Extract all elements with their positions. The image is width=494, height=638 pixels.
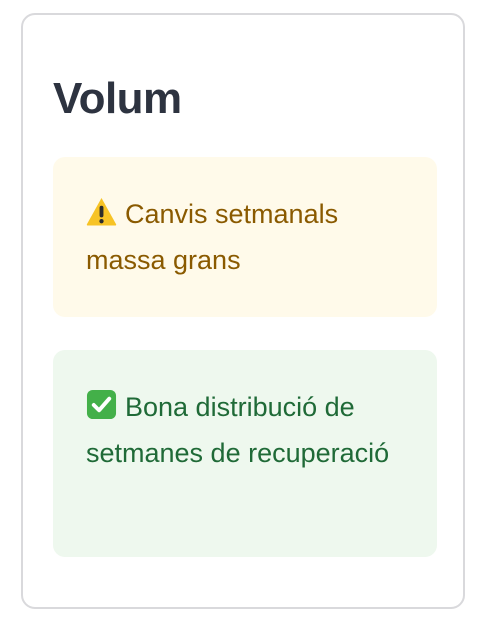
warning-icon	[86, 196, 117, 227]
volume-card: Volum Canvis setmanals massa grans Bona …	[21, 13, 465, 609]
warning-alert: Canvis setmanals massa grans	[53, 157, 437, 317]
card-title: Volum	[53, 74, 182, 123]
success-alert: Bona distribució de setmanes de recupera…	[53, 350, 437, 557]
check-mark-icon	[86, 389, 117, 420]
success-alert-text: Bona distribució de setmanes de recupera…	[86, 392, 390, 468]
warning-alert-text: Canvis setmanals massa grans	[86, 199, 339, 275]
